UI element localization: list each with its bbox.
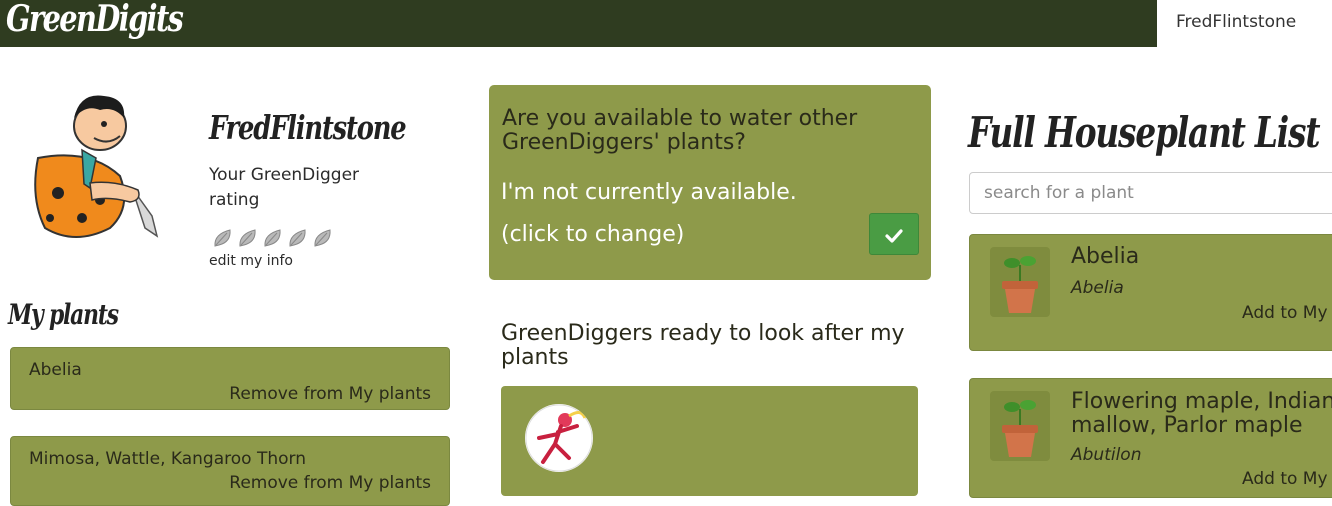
plant-pot-icon <box>990 247 1050 317</box>
leaf-icon <box>239 229 256 247</box>
my-plant-card: Mimosa, Wattle, Kangaroo Thorn Remove fr… <box>10 436 450 506</box>
nav-user-link[interactable]: FredFlintstone <box>1157 0 1332 47</box>
plant-latin-name: Abelia <box>1071 278 1124 298</box>
leaf-icon <box>264 229 281 247</box>
my-plant-name: Mimosa, Wattle, Kangaroo Thorn <box>29 449 306 469</box>
remove-plant-button[interactable]: Remove from My plants <box>229 384 431 404</box>
leaf-icon <box>214 229 231 247</box>
rating-label: Your GreenDigger rating <box>209 165 360 210</box>
plant-common-name: Flowering maple, Indian mallow, Parlor m… <box>1071 389 1332 438</box>
add-plant-button[interactable]: Add to My plants <box>1242 469 1332 489</box>
profile-name: FredFlintstone <box>209 108 407 147</box>
check-icon <box>885 228 903 243</box>
my-plants-heading: My plants <box>8 298 119 331</box>
houseplant-card: Flowering maple, Indian mallow, Parlor m… <box>969 378 1332 498</box>
rating-leaves <box>212 228 333 252</box>
edit-info-link[interactable]: edit my info <box>209 253 293 269</box>
my-plant-card: Abelia Remove from My plants <box>10 347 450 410</box>
plant-pot-icon <box>990 391 1050 461</box>
houseplant-list-heading: Full Houseplant List <box>968 108 1320 157</box>
my-plant-name: Abelia <box>29 360 82 380</box>
houseplant-card: Abelia Abelia Add to My plants <box>969 234 1332 351</box>
plant-search-input[interactable] <box>969 172 1332 214</box>
digger-card[interactable] <box>501 386 918 496</box>
add-plant-button[interactable]: Add to My plants <box>1242 303 1332 323</box>
remove-plant-button[interactable]: Remove from My plants <box>229 473 431 493</box>
availability-question: Are you available to water other GreenDi… <box>502 106 858 155</box>
availability-status-link[interactable]: I'm not currently available. (click to c… <box>501 172 861 256</box>
confirm-availability-button[interactable] <box>869 213 919 255</box>
leaf-icon <box>314 229 331 247</box>
plant-latin-name: Abutilon <box>1071 445 1142 465</box>
plant-common-name: Abelia <box>1071 244 1140 269</box>
brand-logo[interactable]: GreenDigits <box>6 0 184 40</box>
leaf-icon <box>289 229 306 247</box>
top-navbar: GreenDigits FredFlintstone <box>0 0 1332 47</box>
profile-avatar <box>20 88 170 248</box>
ready-diggers-heading: GreenDiggers ready to look after my plan… <box>501 321 905 370</box>
digger-avatar <box>525 404 593 472</box>
availability-panel: Are you available to water other GreenDi… <box>489 85 931 280</box>
